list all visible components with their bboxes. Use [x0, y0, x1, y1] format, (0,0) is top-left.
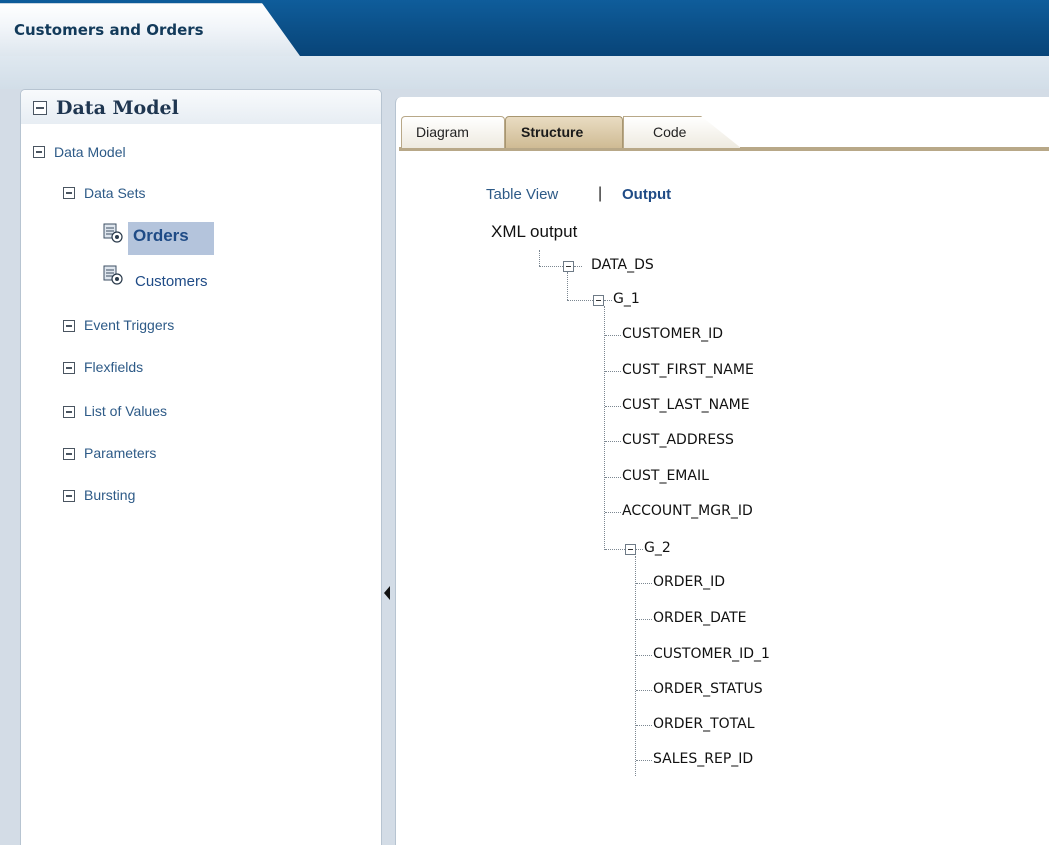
- collapse-icon[interactable]: [33, 101, 47, 115]
- xml-field[interactable]: ORDER_STATUS: [653, 681, 763, 697]
- dataset-icon: [103, 223, 123, 243]
- collapse-icon[interactable]: [63, 187, 75, 199]
- xml-field[interactable]: CUST_EMAIL: [622, 468, 709, 484]
- tree-item-event-triggers[interactable]: Event Triggers: [84, 317, 174, 333]
- collapse-icon[interactable]: [625, 544, 636, 555]
- tree-item-list-of-values[interactable]: List of Values: [84, 403, 167, 419]
- tab-diagram[interactable]: Diagram: [401, 116, 505, 148]
- tree-connector: [605, 441, 621, 442]
- tree-item-data-model[interactable]: Data Model: [54, 144, 126, 160]
- panel-header: Data Model: [21, 90, 381, 124]
- xml-field[interactable]: CUST_LAST_NAME: [622, 397, 750, 413]
- editor-panel: [395, 97, 1049, 845]
- tree-item-bursting[interactable]: Bursting: [84, 487, 135, 503]
- data-model-panel: Data Model: [20, 89, 382, 845]
- output-link[interactable]: Output: [622, 186, 671, 203]
- collapse-icon[interactable]: [63, 448, 75, 460]
- collapse-arrow-icon[interactable]: [384, 586, 390, 600]
- tree-connector: [539, 266, 563, 267]
- xml-output-title: XML output: [491, 222, 578, 241]
- tree-connector: [605, 371, 621, 372]
- tree-item-parameters[interactable]: Parameters: [84, 445, 156, 461]
- tree-connector: [605, 512, 621, 513]
- tree-connector: [574, 266, 582, 267]
- xml-node-g1[interactable]: G_1: [613, 291, 640, 307]
- tree-connector: [636, 549, 643, 550]
- xml-field[interactable]: CUSTOMER_ID: [622, 326, 723, 342]
- tree-connector: [567, 300, 593, 301]
- xml-field[interactable]: ORDER_TOTAL: [653, 716, 755, 732]
- table-view-link[interactable]: Table View: [486, 186, 558, 203]
- panel-splitter[interactable]: [382, 89, 395, 845]
- collapse-icon[interactable]: [63, 362, 75, 374]
- collapse-icon[interactable]: [33, 146, 45, 158]
- tree-item-data-sets[interactable]: Data Sets: [84, 185, 145, 201]
- tree-connector: [636, 619, 652, 620]
- document-tab[interactable]: Customers and Orders: [0, 3, 300, 56]
- collapse-icon[interactable]: [63, 406, 75, 418]
- tree-item-flexfields[interactable]: Flexfields: [84, 359, 143, 375]
- tab-label: Diagram: [416, 124, 469, 140]
- xml-field[interactable]: SALES_REP_ID: [653, 751, 753, 767]
- tree-connector: [604, 300, 612, 301]
- tab-label: Structure: [521, 124, 584, 140]
- tree-connector: [635, 556, 636, 776]
- tree-connector: [636, 725, 652, 726]
- xml-field[interactable]: ORDER_ID: [653, 574, 725, 590]
- xml-field[interactable]: ORDER_DATE: [653, 610, 747, 626]
- panel-title: Data Model: [56, 97, 179, 119]
- tree-connector: [605, 549, 625, 550]
- tree-connector: [636, 760, 652, 761]
- link-separator: |: [598, 185, 603, 202]
- collapse-icon[interactable]: [593, 295, 604, 306]
- tab-structure[interactable]: Structure: [505, 116, 623, 148]
- tree-connector: [636, 583, 652, 584]
- toolbar-strip: [0, 56, 1049, 89]
- dataset-orders[interactable]: Orders: [133, 226, 189, 246]
- collapse-icon[interactable]: [563, 261, 574, 272]
- xml-field[interactable]: CUST_FIRST_NAME: [622, 362, 754, 378]
- dataset-icon: [103, 265, 123, 285]
- xml-field[interactable]: CUSTOMER_ID_1: [653, 646, 770, 662]
- tree-connector: [604, 306, 605, 550]
- xml-field[interactable]: CUST_ADDRESS: [622, 432, 734, 448]
- collapse-icon[interactable]: [63, 490, 75, 502]
- tab-label: Code: [653, 124, 687, 140]
- xml-field[interactable]: ACCOUNT_MGR_ID: [622, 503, 753, 519]
- tree-connector: [605, 335, 621, 336]
- tree-connector: [636, 690, 652, 691]
- xml-node-data-ds[interactable]: DATA_DS: [591, 257, 654, 273]
- xml-node-g2[interactable]: G_2: [644, 540, 671, 556]
- tree-connector: [567, 272, 568, 300]
- tree-connector: [539, 250, 540, 266]
- tree-connector: [605, 477, 621, 478]
- tree-connector: [605, 406, 621, 407]
- document-tab-label: Customers and Orders: [14, 21, 204, 39]
- collapse-icon[interactable]: [63, 320, 75, 332]
- tree-connector: [636, 655, 652, 656]
- dataset-customers[interactable]: Customers: [135, 273, 208, 290]
